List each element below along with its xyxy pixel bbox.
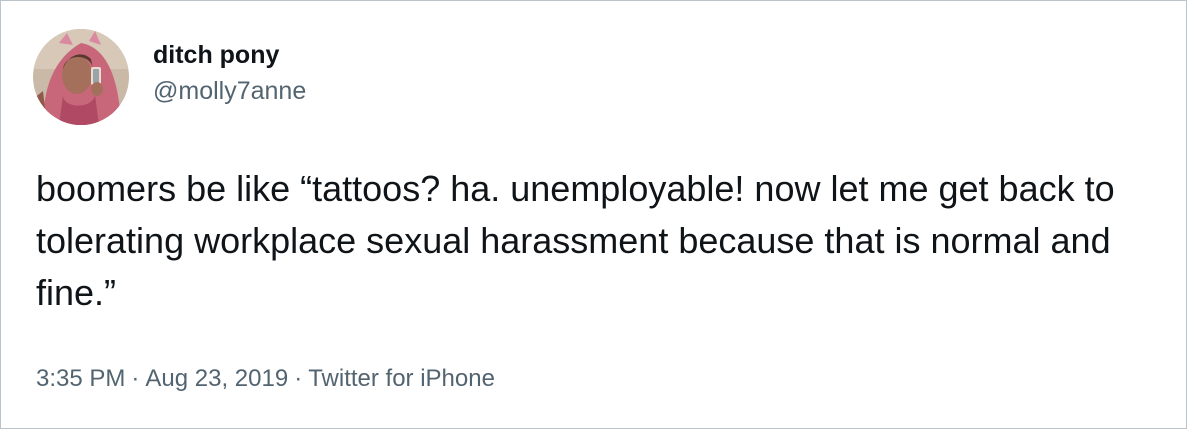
tweet-source[interactable]: Twitter for iPhone: [308, 365, 495, 392]
tweet-header: ditch pony @molly7anne: [33, 29, 306, 125]
tweet-card: ditch pony @molly7anne boomers be like “…: [0, 0, 1187, 429]
meta-separator: ·: [131, 365, 140, 392]
tweet-text: boomers be like “tattoos? ha. unemployab…: [36, 168, 1115, 313]
display-name[interactable]: ditch pony: [153, 39, 306, 71]
tweet-date[interactable]: Aug 23, 2019: [145, 365, 288, 392]
author-names: ditch pony @molly7anne: [153, 39, 306, 107]
meta-separator: ·: [294, 365, 303, 392]
tweet-meta: 3:35 PM · Aug 23, 2019 · Twitter for iPhone: [36, 363, 495, 395]
tweet-time[interactable]: 3:35 PM: [36, 365, 125, 392]
avatar[interactable]: [33, 29, 129, 125]
user-handle[interactable]: @molly7anne: [153, 75, 306, 107]
profile-photo-icon: [33, 29, 129, 125]
